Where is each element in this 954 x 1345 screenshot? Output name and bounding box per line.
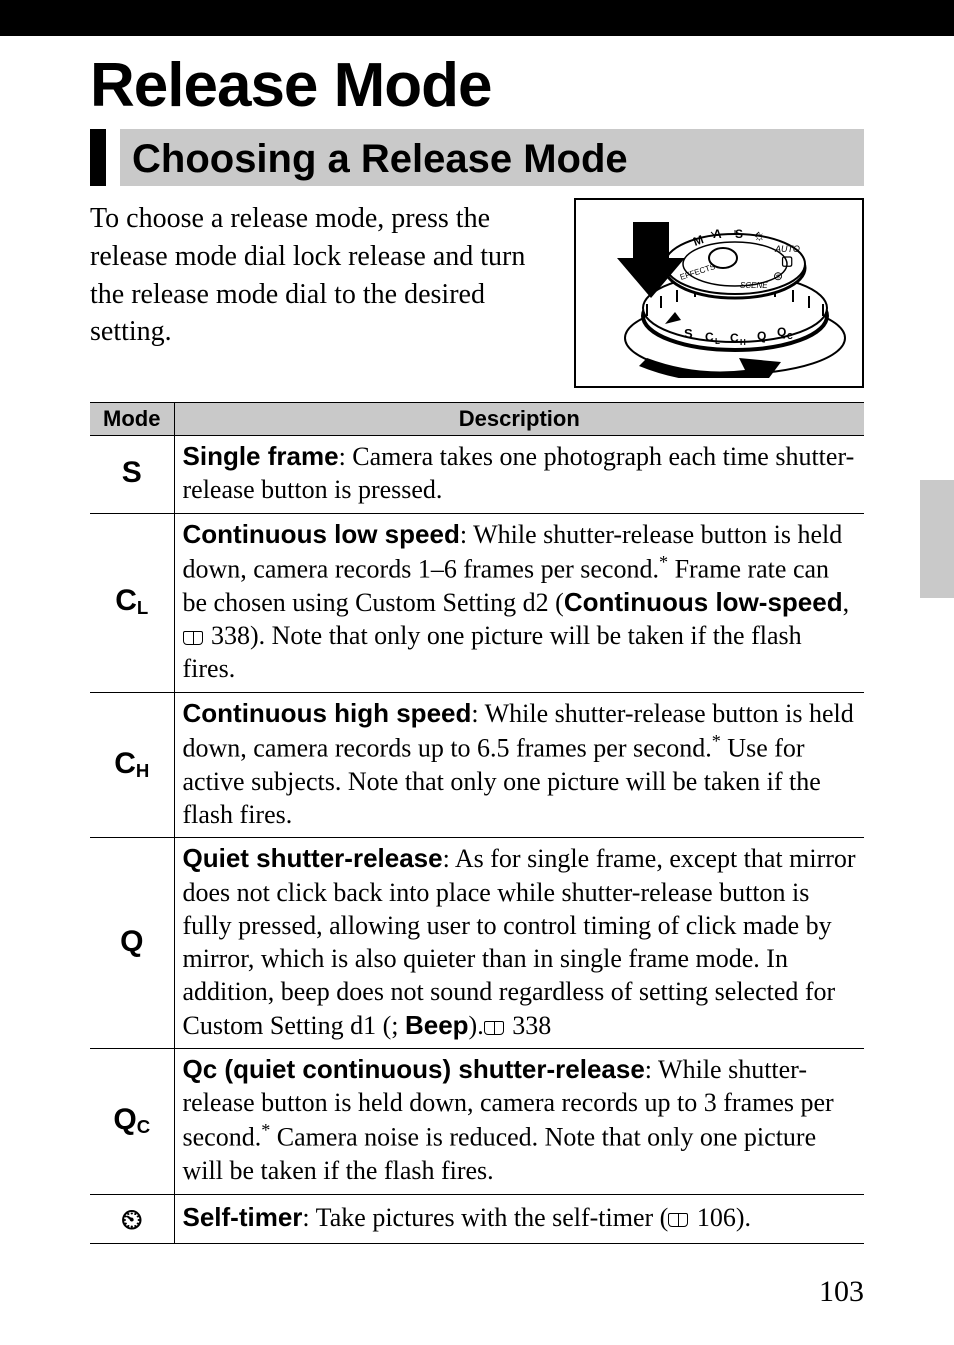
- svg-text:C: C: [730, 331, 739, 345]
- section-heading-row: Choosing a Release Mode: [90, 129, 864, 186]
- table-row: QQuiet shutter-release: As for single fr…: [90, 838, 864, 1049]
- top-black-bar: [0, 0, 954, 36]
- page-ref-icon: [484, 1021, 504, 1035]
- description-cell: Quiet shutter-release: As for single fra…: [174, 838, 864, 1049]
- side-index-tab: [920, 480, 954, 598]
- description-cell: Continuous high speed: While shutter-rel…: [174, 692, 864, 838]
- svg-text:A: A: [713, 227, 722, 241]
- description-cell: Qc (quiet continuous) shutter-release: W…: [174, 1048, 864, 1194]
- svg-text:⊛: ⊛: [773, 269, 783, 283]
- svg-text:☼: ☼: [753, 227, 766, 243]
- dial-svg: S CL CH Q QC S ☼: [585, 208, 853, 378]
- svg-text:C: C: [705, 330, 714, 344]
- mode-cell: Q: [90, 838, 174, 1049]
- table-header-description: Description: [174, 403, 864, 436]
- svg-text:S: S: [735, 227, 743, 241]
- section-title: Choosing a Release Mode: [132, 137, 852, 182]
- chapter-title: Release Mode: [90, 50, 864, 121]
- intro-paragraph: To choose a release mode, press the rele…: [90, 198, 570, 351]
- table-row: SSingle frame: Camera takes one photogra…: [90, 436, 864, 514]
- table-row: CLContinuous low speed: While shutter-re…: [90, 513, 864, 692]
- svg-text:C: C: [787, 332, 793, 341]
- mode-cell: ⏲: [90, 1194, 174, 1243]
- page-ref-icon: [668, 1213, 688, 1227]
- description-cell: Single frame: Camera takes one photograp…: [174, 436, 864, 514]
- svg-text:Q: Q: [757, 329, 766, 343]
- table-row: ⏲ Self-timer: Take pictures with the self…: [90, 1194, 864, 1243]
- description-cell: Self-timer: Take pictures with the self-…: [174, 1194, 864, 1243]
- svg-text:H: H: [740, 338, 746, 347]
- svg-text:L: L: [715, 337, 720, 346]
- svg-text:SCENE: SCENE: [740, 281, 768, 290]
- svg-text:S: S: [684, 326, 693, 341]
- table-row: CHContinuous high speed: While shutter-r…: [90, 692, 864, 838]
- svg-text:▢: ▢: [781, 253, 793, 268]
- mode-cell: CL: [90, 513, 174, 692]
- svg-text:Q: Q: [777, 325, 786, 339]
- mode-cell: S: [90, 436, 174, 514]
- mode-cell: CH: [90, 692, 174, 838]
- mode-cell: QC: [90, 1048, 174, 1194]
- description-cell: Continuous low speed: While shutter-rele…: [174, 513, 864, 692]
- release-mode-table: Mode Description SSingle frame: Camera t…: [90, 402, 864, 1244]
- table-header-mode: Mode: [90, 403, 174, 436]
- table-row: QCQc (quiet continuous) shutter-release:…: [90, 1048, 864, 1194]
- page-ref-icon: [183, 631, 203, 645]
- release-mode-dial-illustration: S CL CH Q QC S ☼: [574, 198, 864, 388]
- self-timer-icon: ⏲: [121, 1206, 143, 1234]
- section-black-bar: [90, 129, 106, 186]
- page-number: 103: [819, 1275, 864, 1309]
